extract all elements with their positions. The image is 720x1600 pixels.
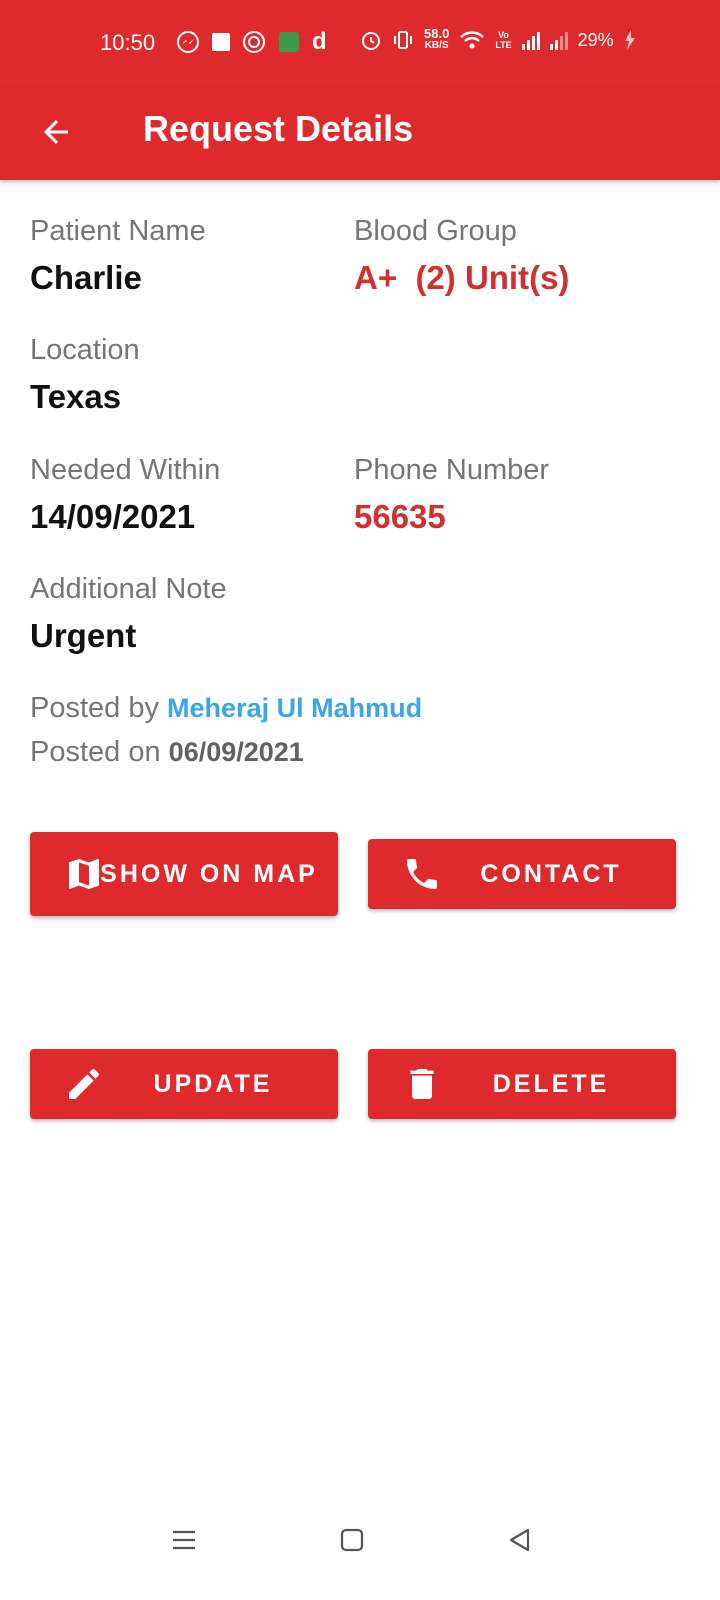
needed-within-label: Needed Within [30, 454, 221, 486]
app-swirl-icon [243, 31, 265, 53]
location-value: Texas [30, 378, 122, 415]
posted-by-line: Posted by Meheraj Ul Mahmud [30, 692, 422, 725]
network-speed-value: 58.0 [424, 26, 450, 41]
status-bar: 10:50 d 58.0 KB/S Vo LTE 29% [0, 0, 720, 88]
system-back-button[interactable] [490, 1510, 550, 1570]
posted-on-label: Posted on [30, 736, 161, 768]
phone-number-label: Phone Number [354, 454, 550, 486]
volte-indicator: Vo LTE [495, 30, 511, 50]
posted-by-author[interactable]: Meheraj Ul Mahmud [167, 693, 422, 723]
network-speed: 58.0 KB/S [424, 26, 450, 52]
triangle-back-icon [509, 1528, 530, 1552]
messenger-icon [177, 31, 199, 53]
network-speed-unit: KB/S [424, 40, 449, 51]
delete-button[interactable]: DELETE [368, 1049, 676, 1119]
posted-on-date: 06/09/2021 [168, 737, 304, 767]
square-icon [340, 1528, 364, 1552]
system-navigation-bar [0, 1480, 720, 1600]
home-button[interactable] [322, 1510, 382, 1570]
signal-2-icon [549, 30, 568, 50]
app-green-icon [279, 32, 299, 52]
trash-icon [402, 1064, 442, 1104]
recent-apps-button[interactable] [154, 1510, 214, 1570]
volte-bottom: LTE [495, 40, 512, 50]
show-on-map-button[interactable]: SHOW ON MAP [30, 832, 338, 916]
arrow-left-icon [44, 120, 68, 144]
back-button[interactable] [30, 106, 82, 158]
blood-group-label: Blood Group [354, 215, 517, 247]
charging-icon [624, 30, 635, 50]
posted-by-label: Posted by [30, 692, 159, 724]
additional-note-label: Additional Note [30, 573, 227, 605]
volte-top: Vo [498, 30, 509, 40]
additional-note-value: Urgent [30, 617, 137, 654]
map-icon [64, 854, 104, 894]
contact-button[interactable]: CONTACT [368, 839, 676, 909]
vibrate-icon [394, 31, 412, 49]
blood-group-value: A+ (2) Unit(s) [354, 259, 570, 296]
update-button[interactable]: UPDATE [30, 1049, 338, 1119]
posted-on-line: Posted on 06/09/2021 [30, 736, 304, 769]
phone-number-value[interactable]: 56635 [354, 498, 446, 536]
app-bar: Request Details [0, 88, 720, 180]
app-square-icon [212, 33, 230, 51]
phone-icon [402, 854, 442, 894]
page-title: Request Details [143, 108, 414, 149]
wifi-icon [460, 31, 485, 49]
patient-name-label: Patient Name [30, 215, 206, 247]
notification-icons: d [176, 28, 327, 56]
alarm-icon [362, 32, 380, 50]
patient-name-value: Charlie [30, 259, 142, 296]
app-d-icon: d [312, 28, 327, 55]
system-icons: 58.0 KB/S Vo LTE 29% [360, 26, 636, 52]
needed-within-value: 14/09/2021 [30, 498, 196, 535]
battery-level: 29% [577, 29, 614, 50]
menu-icon [173, 1530, 195, 1550]
pencil-icon [64, 1064, 104, 1104]
location-label: Location [30, 334, 140, 366]
signal-icon [521, 30, 540, 50]
status-time: 10:50 [100, 30, 156, 55]
